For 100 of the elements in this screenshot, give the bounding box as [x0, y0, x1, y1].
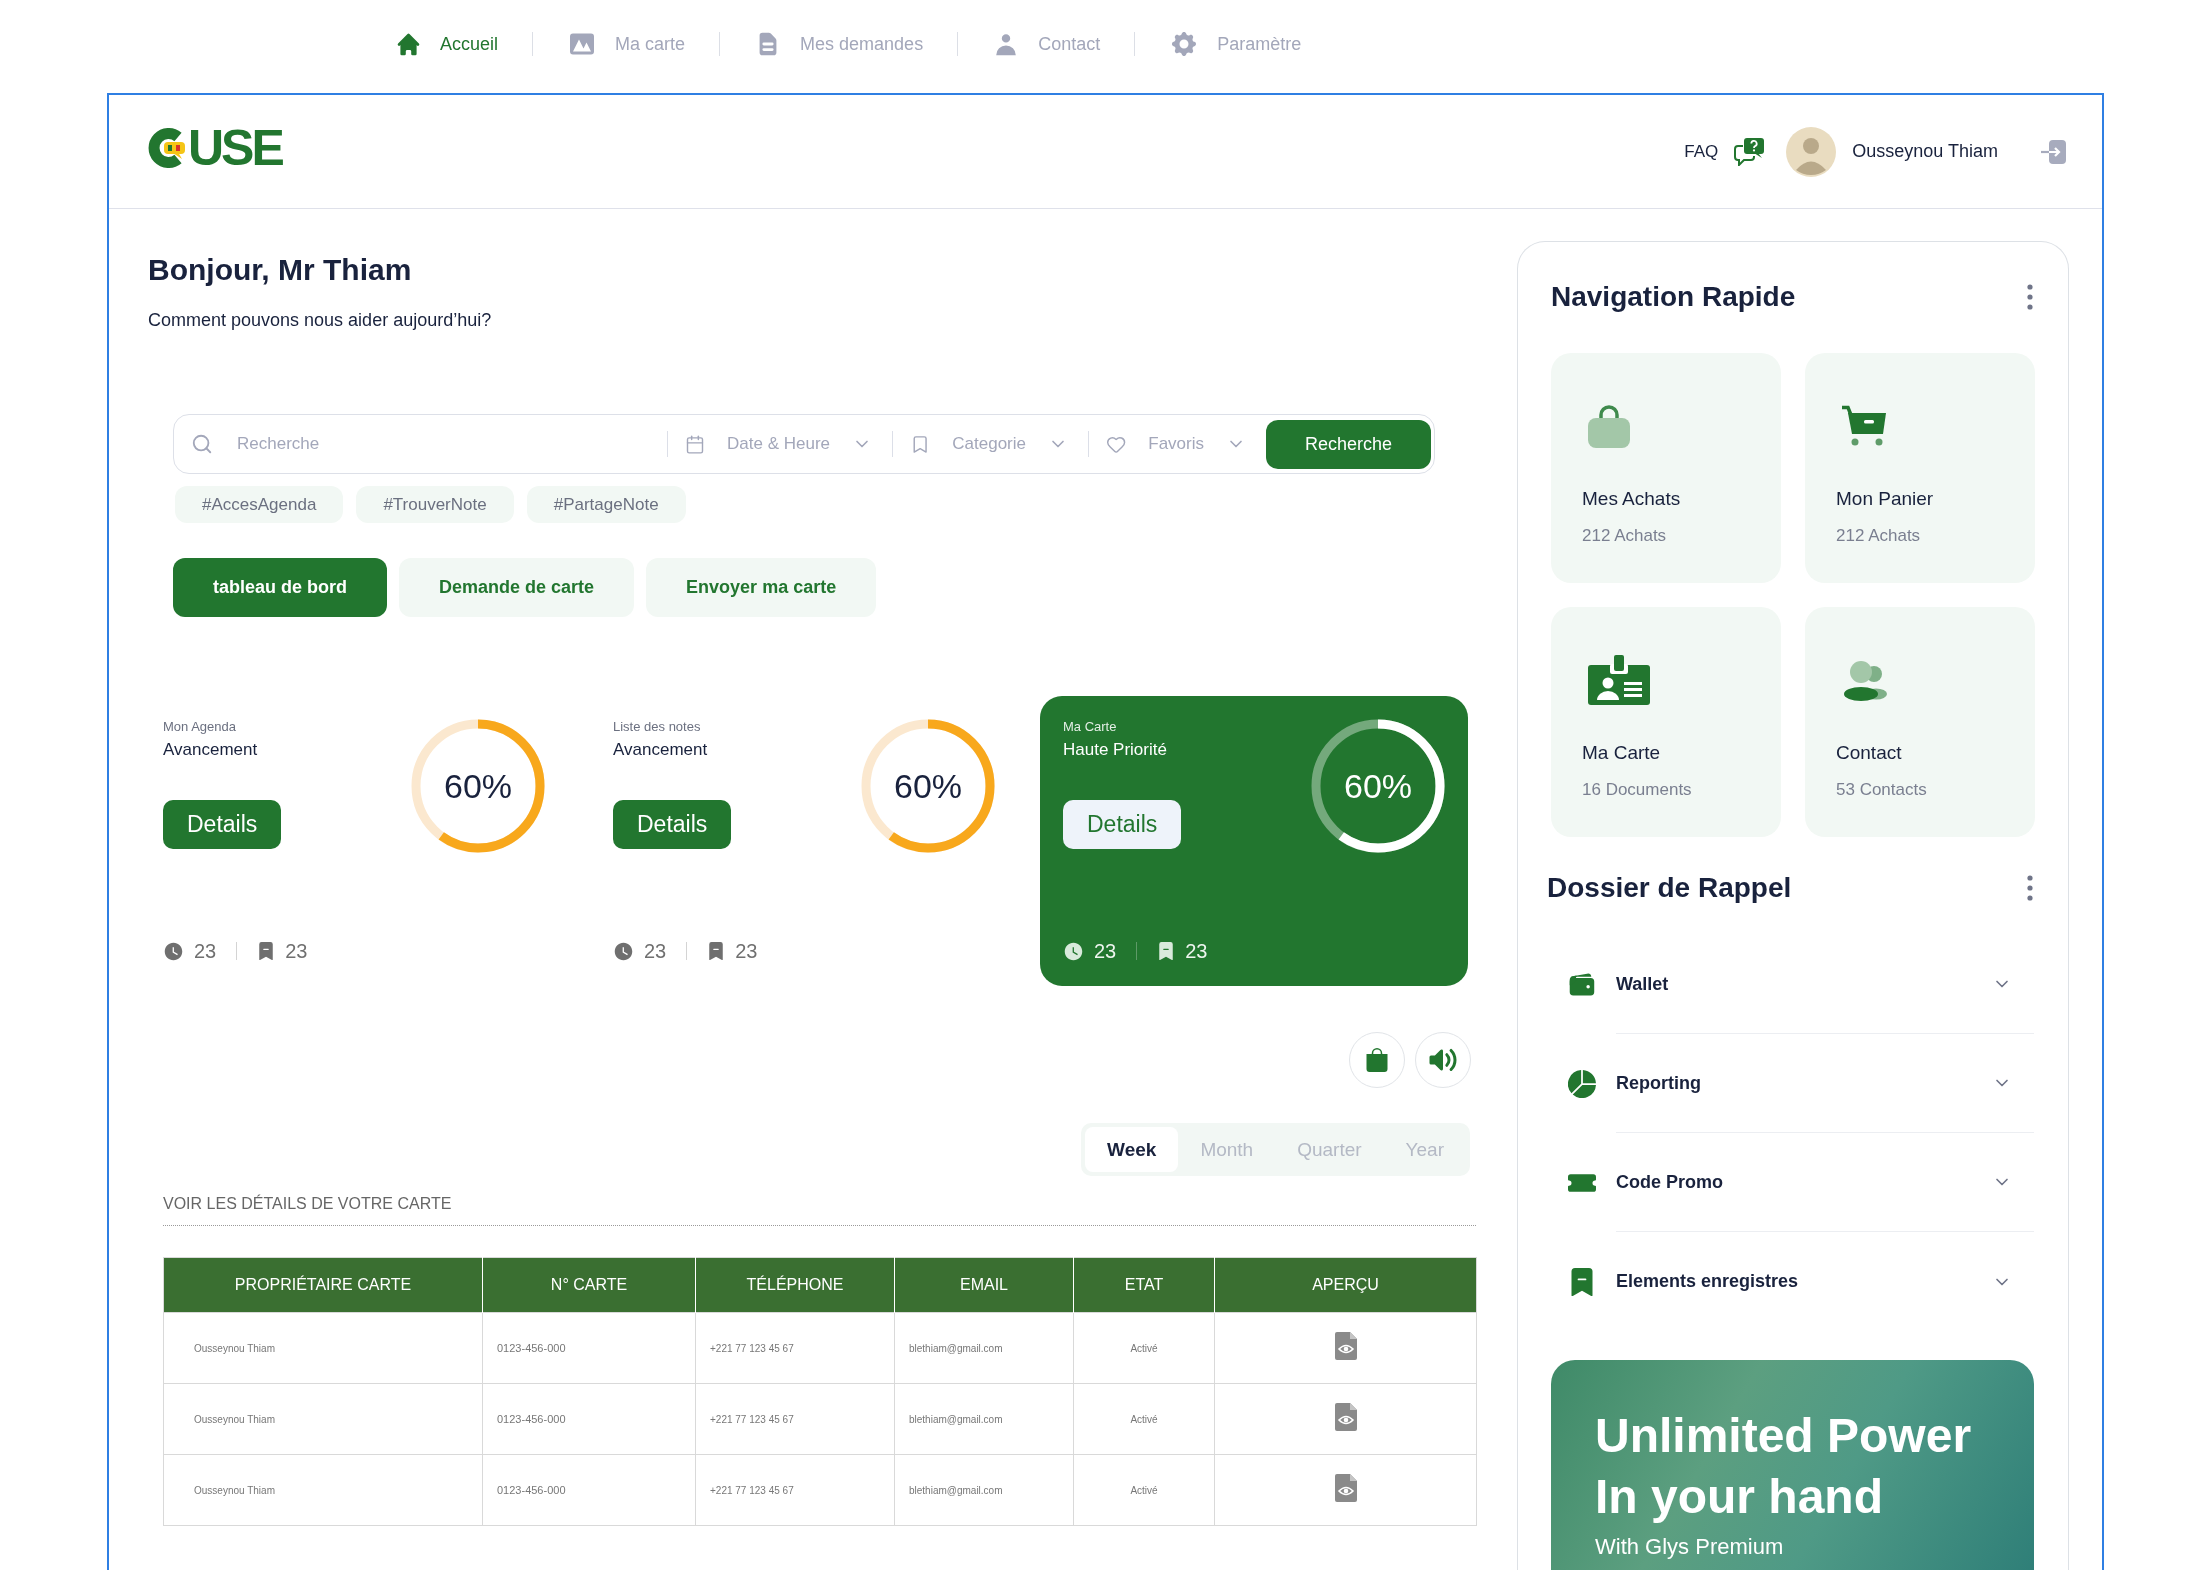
time-count: 23 [194, 939, 217, 963]
saved-count: 23 [735, 939, 758, 963]
tile-title: Ma Carte [1582, 741, 1661, 764]
more-icon[interactable] [2027, 284, 2033, 310]
column-header: APERÇU [1214, 1257, 1477, 1313]
table-cell: Ousseynou Thiam [163, 1383, 483, 1455]
bag-icon [1365, 1048, 1389, 1072]
bookmark-icon [1157, 942, 1176, 960]
card-title: Haute Priorité [1063, 739, 1167, 760]
card-caption: Mon Agenda [163, 719, 236, 735]
hashtag-chip[interactable]: #TrouverNote [356, 486, 514, 523]
table-cell: +221 77 123 45 67 [695, 1454, 895, 1526]
action-tab[interactable]: Demande de carte [399, 558, 635, 617]
table-cell: 0123-456-000 [482, 1454, 696, 1526]
time-count: 23 [1094, 939, 1117, 963]
action-tab[interactable]: tableau de bord [173, 558, 387, 617]
action-tab[interactable]: Envoyer ma carte [646, 558, 877, 617]
more-icon[interactable] [2027, 875, 2033, 901]
tile-subtitle: 53 Contacts [1836, 780, 1927, 800]
tile-title: Mes Achats [1582, 487, 1681, 510]
promo-title: Unlimited Power In your hand [1595, 1408, 1973, 1525]
saved-count: 23 [1185, 939, 1208, 963]
tile-subtitle: 212 Achats [1582, 526, 1667, 546]
table-cell: blethiam@gmail.com [894, 1312, 1074, 1384]
card-title: Avancement [613, 739, 708, 760]
saved-count: 23 [285, 939, 308, 963]
quick-nav-tile[interactable]: Contact 53 Contacts [1805, 607, 2035, 837]
cart-icon [1842, 405, 1886, 447]
search-icon [191, 433, 213, 455]
accordion-item[interactable]: Reporting [1551, 1034, 2034, 1133]
document-eye-icon[interactable] [1334, 1332, 1357, 1360]
bag-icon [1588, 404, 1630, 448]
faq-chat-icon[interactable] [1734, 137, 1765, 166]
table-cell: 0123-456-000 [482, 1383, 696, 1455]
logo-wordmark: USE [188, 122, 282, 173]
card-title: Avancement [163, 739, 258, 760]
period-tab[interactable]: Week [1085, 1127, 1179, 1172]
accordion-item[interactable]: Elements enregistres [1551, 1232, 2034, 1331]
table-cell: blethiam@gmail.com [894, 1454, 1074, 1526]
hashtag-chip[interactable]: #AccesAgenda [175, 486, 344, 523]
clock-icon [1063, 940, 1084, 962]
speaker-button[interactable] [1415, 1032, 1471, 1088]
tile-subtitle: 212 Achats [1836, 526, 1921, 546]
accordion-item[interactable]: Code Promo [1551, 1133, 2034, 1232]
search-button[interactable]: Recherche [1266, 419, 1431, 469]
column-header: ETAT [1073, 1257, 1215, 1313]
user-avatar [1786, 126, 1837, 177]
hashtag-chip[interactable]: #PartageNote [526, 486, 686, 523]
details-button[interactable]: Details [1063, 800, 1182, 849]
logo-mark-icon [148, 127, 186, 168]
table-cell: Activé [1073, 1454, 1215, 1526]
table-cell: 0123-456-000 [482, 1312, 696, 1384]
bookmark-icon [257, 942, 276, 960]
time-count: 23 [644, 939, 667, 963]
table-cell: blethiam@gmail.com [894, 1383, 1074, 1455]
document-eye-icon[interactable] [1334, 1474, 1357, 1502]
progress-percent: 60% [1343, 766, 1413, 806]
table-cell: Ousseynou Thiam [163, 1454, 483, 1526]
details-button[interactable]: Details [163, 800, 282, 849]
greeting-subtitle: Comment pouvons nous aider aujourd’hui? [148, 309, 492, 331]
greeting-title: Bonjour, Mr Thiam [148, 252, 412, 288]
calendar-icon [685, 433, 705, 455]
section-title: VOIR LES DÉTAILS DE VOTRE CARTE [163, 1194, 452, 1214]
column-header: N° CARTE [482, 1257, 696, 1313]
card-caption: Ma Carte [1063, 719, 1117, 735]
card-caption: Liste des notes [613, 719, 701, 735]
promo-subtitle: With Glys Premium [1595, 1534, 1785, 1560]
panel-title: Navigation Rapide [1551, 281, 1796, 313]
table-cell: Ousseynou Thiam [163, 1312, 483, 1384]
search-input[interactable]: Recherche [235, 424, 667, 464]
column-header: PROPRIÉTAIRE CARTE [163, 1257, 483, 1313]
progress-percent: 60% [443, 766, 513, 806]
progress-percent: 60% [893, 766, 963, 806]
table-cell: +221 77 123 45 67 [695, 1312, 895, 1384]
pie-chart-icon [1568, 1069, 1596, 1098]
quick-nav-tile[interactable]: Mes Achats 212 Achats [1551, 353, 1781, 583]
tile-title: Mon Panier [1836, 487, 1934, 510]
table-cell: +221 77 123 45 67 [695, 1383, 895, 1455]
tile-title: Contact [1836, 741, 1902, 764]
tile-subtitle: 16 Documents [1582, 780, 1692, 800]
document-eye-icon[interactable] [1334, 1403, 1357, 1431]
accordion-item[interactable]: Wallet [1551, 935, 2034, 1034]
promo-banner[interactable]: Unlimited Power In your hand With Glys Premium [1551, 1360, 2034, 1570]
bookmark-icon [707, 942, 726, 960]
quick-nav-tile[interactable]: Ma Carte 16 Documents [1551, 607, 1781, 837]
nav-tab[interactable]: Accueil [395, 30, 499, 58]
faq-link[interactable]: FAQ [1684, 141, 1719, 162]
clock-icon [163, 940, 184, 962]
bag-button[interactable] [1349, 1032, 1405, 1088]
table-cell: Activé [1073, 1383, 1215, 1455]
clock-icon [613, 940, 634, 962]
column-header: TÉLÉPHONE [695, 1257, 895, 1313]
people-icon [1842, 659, 1888, 701]
id-card-icon [1588, 655, 1650, 705]
details-button[interactable]: Details [613, 800, 732, 849]
quick-nav-tile[interactable]: Mon Panier 212 Achats [1805, 353, 2035, 583]
table-cell: Activé [1073, 1312, 1215, 1384]
panel-title: Dossier de Rappel [1547, 872, 1792, 904]
column-header: EMAIL [894, 1257, 1074, 1313]
user-name: Ousseynou Thiam [1852, 141, 1998, 162]
